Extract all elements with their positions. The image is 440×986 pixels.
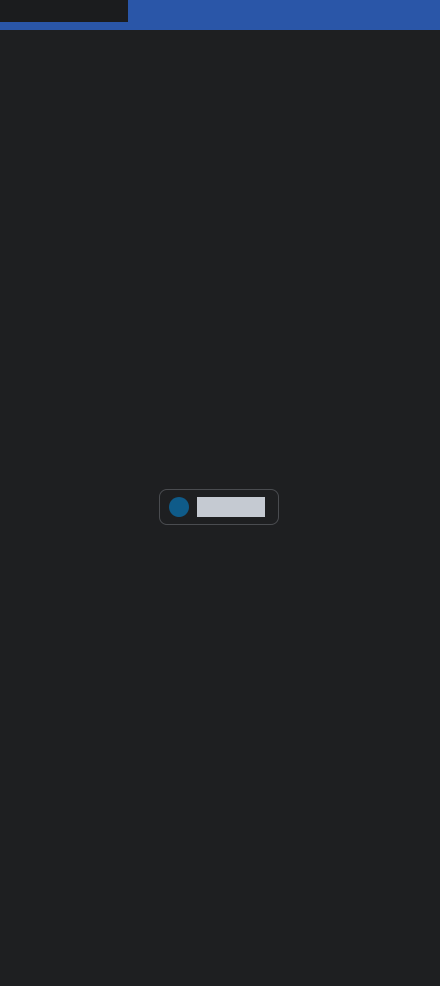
loading-label	[197, 497, 265, 517]
spinner-dot-icon	[169, 497, 189, 517]
app-window	[0, 0, 440, 986]
loading-indicator	[159, 489, 279, 525]
top-bar	[0, 0, 440, 30]
top-bar-left-segment	[0, 0, 128, 22]
